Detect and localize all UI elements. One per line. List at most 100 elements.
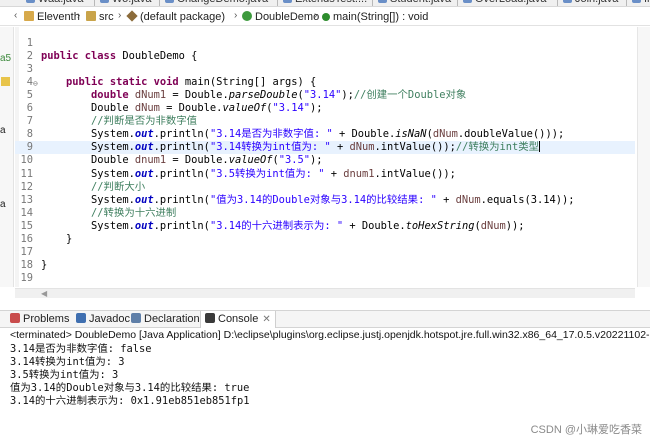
line-number: 13: [20, 194, 33, 206]
line-number: 10: [20, 154, 33, 166]
line-number: 19: [20, 272, 33, 284]
class-icon: [242, 11, 252, 21]
line-number: 8: [26, 128, 33, 140]
line-number: 1: [26, 37, 33, 49]
editor-tab[interactable]: ExtendsTest....: [283, 0, 367, 6]
console-output-line: 值为3.14的Double对象与3.14的比较结果: true: [10, 382, 250, 394]
editor-tab[interactable]: Join.java: [563, 0, 618, 6]
tab-javadoc[interactable]: Javadoc: [76, 311, 130, 328]
code-line[interactable]: 16 }: [15, 233, 635, 246]
line-number: 4: [26, 76, 33, 88]
left-fragment: a5: [0, 53, 12, 64]
code-text: System.out.println("3.14转换为int值为: " + dN…: [41, 141, 541, 153]
tab-console[interactable]: Console ✕: [200, 311, 276, 328]
code-text: Double dnum1 = Double.valueOf("3.5");: [41, 154, 323, 166]
editor-tab-label: Wo.java: [112, 0, 152, 5]
code-text: System.out.println("3.5转换为int值为: " + dnu…: [41, 168, 456, 180]
view-tab-bar: Problems Javadoc Declaration Console ✕: [0, 310, 650, 328]
code-line[interactable]: 6 Double dNum = Double.valueOf("3.14");: [15, 102, 635, 115]
code-line[interactable]: 4 ⊖ public static void main(String[] args…: [15, 76, 635, 89]
java-file-icon: [283, 0, 292, 3]
close-icon[interactable]: ✕: [262, 314, 270, 325]
breadcrumb-project[interactable]: Eleventh: [24, 10, 80, 24]
line-number: 18: [20, 259, 33, 271]
horizontal-scrollbar[interactable]: ◀: [15, 288, 635, 298]
line-number: 5: [26, 89, 33, 101]
java-file-icon: [563, 0, 572, 3]
line-number: 12: [20, 181, 33, 193]
java-file-icon: [26, 0, 35, 3]
breadcrumb-folder[interactable]: src: [86, 10, 114, 24]
chevron-left-icon[interactable]: ‹: [14, 10, 17, 21]
editor-tab[interactable]: Inte: [632, 0, 650, 6]
tab-problems[interactable]: Problems: [10, 311, 69, 328]
project-icon: [24, 11, 34, 21]
editor-tab[interactable]: ChangeDemo.java: [165, 0, 268, 6]
line-number: 6: [26, 102, 33, 114]
breadcrumb-package[interactable]: (default package): [126, 10, 225, 24]
scroll-left-icon[interactable]: ◀: [41, 289, 47, 298]
code-text: public class DoubleDemo {: [41, 50, 198, 62]
code-line[interactable]: 7 //判断是否为非数字值: [15, 115, 635, 128]
editor-tab-label: ExtendsTest....: [295, 0, 367, 5]
line-number: 15: [20, 220, 33, 232]
tab-separator: [372, 0, 373, 6]
console-output-line: 3.14是否为非数字值: false: [10, 343, 152, 355]
code-line[interactable]: 1: [15, 37, 635, 50]
code-line[interactable]: 9 System.out.println("3.14转换为int值为: " + …: [15, 141, 635, 154]
breadcrumb-method[interactable]: main(String[]) : void: [322, 10, 428, 24]
package-icon: [126, 10, 138, 22]
code-line[interactable]: 14 //转换为十六进制: [15, 207, 635, 220]
declaration-icon: [131, 313, 141, 323]
code-line[interactable]: 18}: [15, 259, 635, 272]
code-line[interactable]: 11 System.out.println("3.5转换为int值为: " + …: [15, 168, 635, 181]
code-text: System.out.println("值为3.14的Double对象与3.14…: [41, 194, 575, 206]
warning-icon: [1, 77, 10, 86]
java-file-icon: [100, 0, 109, 3]
code-text: Double dNum = Double.valueOf("3.14");: [41, 102, 323, 114]
tab-separator: [94, 0, 95, 6]
code-line[interactable]: 12 //判断大小: [15, 181, 635, 194]
editor-tab-label: ChangeDemo.java: [177, 0, 268, 5]
overview-ruler[interactable]: [637, 27, 650, 287]
console-icon: [205, 313, 215, 323]
code-text: double dNum1 = Double.parseDouble("3.14"…: [91, 89, 467, 101]
editor-tab-label: Student.java: [390, 0, 451, 5]
tab-declaration[interactable]: Declaration: [131, 311, 200, 328]
chevron-right-icon: ›: [314, 10, 318, 21]
code-line[interactable]: 2 public class DoubleDemo {: [15, 50, 635, 63]
line-number: 11: [20, 168, 33, 180]
line-number: 2: [26, 50, 33, 62]
tab-separator: [626, 0, 627, 6]
console-output-line: 3.5转换为int值为: 3: [10, 369, 119, 381]
code-text: public static void main(String[] args) {: [66, 76, 317, 88]
code-line[interactable]: 10 Double dnum1 = Double.valueOf("3.5");: [15, 154, 635, 167]
line-number: 7: [26, 115, 33, 127]
tab-separator: [457, 0, 458, 6]
chevron-right-icon: ›: [77, 10, 81, 21]
code-text: }: [41, 259, 48, 271]
editor-tab-strip: Waa.java Wo.java ChangeDemo.java ExtendsTes…: [0, 0, 650, 7]
editor-tab-label: OverLoad.java: [475, 0, 547, 5]
editor-tab-label: Waa.java: [38, 0, 83, 5]
code-line[interactable]: 3: [15, 63, 635, 76]
breadcrumb: ‹ Eleventh › src › (default package) › D…: [0, 8, 650, 26]
line-number: 3: [26, 63, 33, 75]
editor-tab[interactable]: Wo.java: [100, 0, 152, 6]
left-fragment: a: [0, 199, 6, 210]
code-line[interactable]: 13 System.out.println("值为3.14的Double对象与3…: [15, 194, 635, 207]
code-line[interactable]: 15 System.out.println("3.14的十六进制表示为: " +…: [15, 220, 635, 233]
code-line[interactable]: 19: [15, 272, 635, 285]
left-panel-edge: a5 a a: [0, 27, 14, 287]
code-line[interactable]: 8 System.out.println("3.14是否为非数字值: " + D…: [15, 128, 635, 141]
code-text: }: [41, 233, 73, 245]
code-text: //转换为十六进制: [91, 207, 177, 219]
editor-tab[interactable]: OverLoad.java: [463, 0, 547, 6]
editor-tab[interactable]: Student.java: [378, 0, 451, 6]
code-line[interactable]: 17: [15, 246, 635, 259]
code-line[interactable]: 5 double dNum1 = Double.parseDouble("3.1…: [15, 89, 635, 102]
breadcrumb-class[interactable]: DoubleDemo: [242, 10, 319, 24]
editor-tab[interactable]: Waa.java: [26, 0, 83, 6]
java-file-icon: [165, 0, 174, 3]
code-text: System.out.println("3.14是否为非数字值: " + Dou…: [41, 128, 565, 140]
